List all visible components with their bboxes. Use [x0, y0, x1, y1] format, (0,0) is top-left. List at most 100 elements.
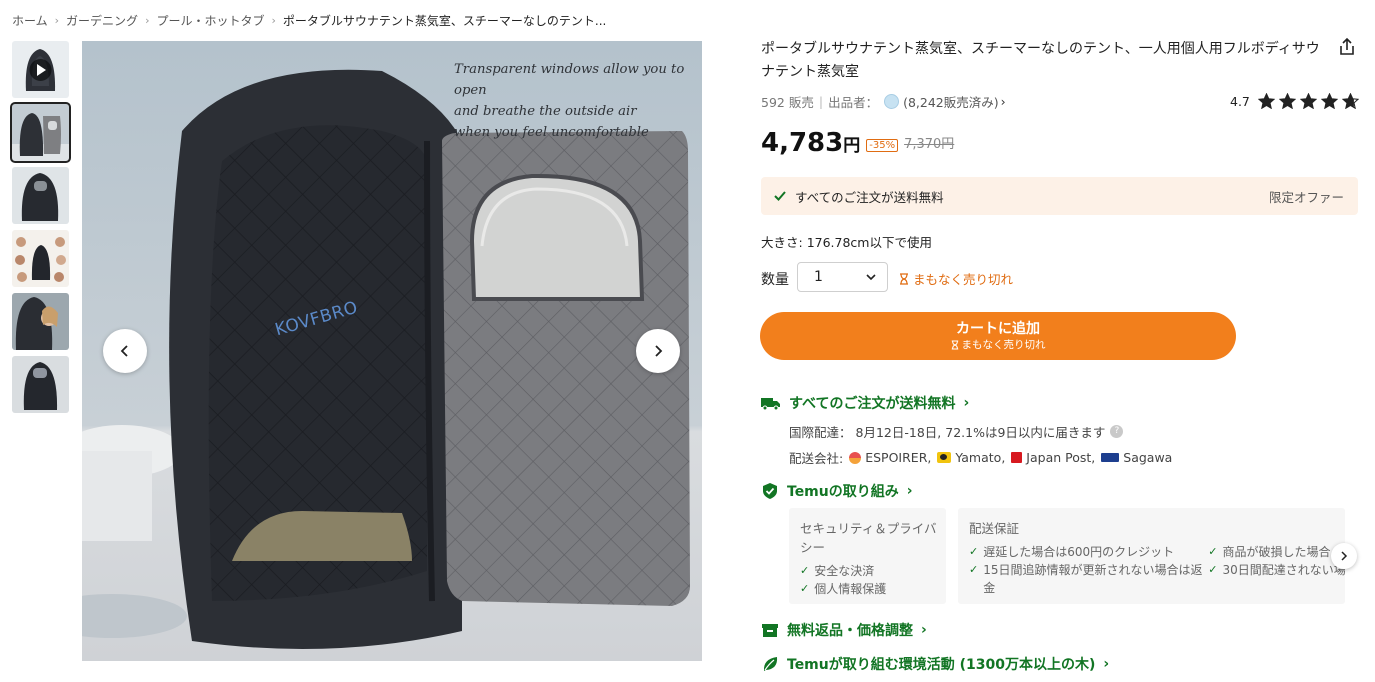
leaf-icon: [763, 657, 778, 671]
card-item-text: 遅延した場合は600円のクレジット: [983, 545, 1175, 559]
japan-post-logo-icon: [1011, 452, 1023, 463]
carrier-name: Yamato,: [955, 450, 1006, 465]
card-item-text: 安全な決済: [814, 564, 875, 578]
thumbnail-2[interactable]: [10, 102, 71, 163]
thumbnail-5[interactable]: [12, 293, 69, 350]
stock-warning: まもなく売り切れ: [899, 269, 1013, 288]
breadcrumb-gardening[interactable]: ガーデニング: [66, 12, 138, 29]
original-price: 7,370円: [904, 137, 955, 152]
quantity-select[interactable]: 1: [797, 262, 888, 292]
add-to-cart-sub: まもなく売り切れ: [951, 338, 1046, 352]
chevron-right-icon: ›: [145, 13, 150, 27]
chevron-right-icon: [655, 345, 663, 357]
overlay-line: when you feel uncomfortable: [454, 125, 649, 140]
offer-text: すべてのご注文が送料無料: [795, 189, 944, 205]
returns-heading[interactable]: 無料返品・価格調整 ›: [761, 620, 927, 640]
carriers-label: 配送会社:: [789, 451, 844, 466]
breadcrumb-current: ポータブルサウナテント蒸気室、スチーマーなしのテント...: [282, 13, 607, 28]
seller-link[interactable]: (8,242販売済み) ›: [878, 92, 1006, 111]
card-item: ✓ 安全な決済: [800, 562, 946, 580]
size-info: 大きさ: 176.78cm以下で使用: [761, 232, 932, 251]
carrier-sagawa: Sagawa: [1101, 450, 1172, 465]
next-image-button[interactable]: [636, 329, 680, 373]
carrier-name: Sagawa: [1123, 450, 1173, 465]
cards-next-button[interactable]: [1331, 543, 1357, 569]
rating-stars: [1254, 93, 1359, 109]
security-card[interactable]: セキュリティ＆プライバシー ✓ 安全な決済 ✓ 個人情報保護: [789, 508, 946, 604]
return-box-icon: [762, 624, 778, 637]
thumbnail-video[interactable]: [12, 41, 69, 98]
share-icon[interactable]: [1336, 36, 1358, 58]
intl-value: 8月12日-18日, 72.1%は9日以内に届きます: [855, 425, 1106, 440]
rating-value: 4.7: [1230, 93, 1250, 109]
prev-image-button[interactable]: [103, 329, 147, 373]
delivery-guarantee-card[interactable]: 配送保証 ✓ 遅延した場合は600円のクレジット ✓ 15日間追跡情報が更新されない…: [958, 508, 1345, 604]
chevron-right-icon: ›: [906, 483, 913, 499]
seller-avatar: [884, 93, 900, 109]
chevron-right-icon: ›: [921, 622, 927, 638]
help-icon[interactable]: ?: [1110, 425, 1124, 438]
card-item: ✓ 個人情報保護: [800, 580, 946, 598]
product-title: ポータブルサウナテント蒸気室、スチーマーなしのテント、一人用個人用フルボディサウ…: [761, 41, 1320, 80]
price-row: 4,783 円 -35% 7,370円: [761, 128, 954, 160]
carrier-name: ESPOIRER,: [865, 450, 932, 465]
chevron-left-icon: [120, 345, 128, 357]
star-icon: [1257, 93, 1275, 109]
offer-tag: 限定オファー: [1268, 189, 1344, 205]
thumbnail-6[interactable]: [12, 356, 69, 413]
product-main-image: Transparent windows allow you to open an…: [82, 41, 702, 661]
shield-check-icon: [763, 483, 777, 499]
price-unit: 円: [843, 136, 861, 156]
add-to-cart-label: カートに追加: [956, 321, 1040, 337]
breadcrumb: ホーム › ガーデニング › プール・ホットタブ › ポータブルサウナテント蒸気…: [12, 11, 606, 29]
quantity-value: 1: [814, 269, 823, 285]
check-icon: ✓: [800, 564, 810, 577]
free-shipping-offer: すべてのご注文が送料無料 限定オファー: [761, 177, 1358, 215]
seller-label: 出品者：: [828, 94, 879, 110]
card-item: ✓ 遅延した場合は600円のクレジット: [969, 543, 1208, 561]
size-value: 176.78cm以下で使用: [806, 235, 932, 250]
sales-seller-row: 592 販売 | 出品者： (8,242販売済み) ›: [761, 92, 1006, 110]
quantity-label: 数量: [761, 272, 789, 288]
add-to-cart-sub-text: まもなく売り切れ: [961, 339, 1046, 351]
overlay-line: Transparent windows allow you to open: [454, 62, 685, 98]
breadcrumb-pool[interactable]: プール・ホットタブ: [156, 12, 264, 29]
star-icon: [1341, 93, 1359, 109]
eco-heading[interactable]: Temuが取り組む環境活動 (1300万本以上の木) ›: [761, 654, 1109, 674]
add-to-cart-button[interactable]: カートに追加 まもなく売り切れ: [760, 312, 1236, 360]
returns-heading-text: 無料返品・価格調整: [787, 623, 913, 639]
star-icon: [1320, 93, 1338, 109]
breadcrumb-home[interactable]: ホーム: [12, 12, 48, 29]
commitment-heading[interactable]: Temuの取り組み ›: [761, 481, 913, 501]
carrier-japan-post: Japan Post,: [1011, 450, 1095, 465]
carrier-name: Japan Post,: [1026, 450, 1096, 465]
chevron-right-icon: ›: [54, 13, 60, 27]
commitment-heading-text: Temuの取り組み: [787, 484, 899, 500]
carrier-espoirer: ESPOIRER,: [849, 450, 931, 465]
overlay-caption: Transparent windows allow you to open an…: [454, 59, 702, 143]
chevron-right-icon: [1341, 551, 1348, 561]
card-item: ✓ 15日間追跡情報が更新されない場合は返金: [969, 561, 1208, 597]
check-icon: ✓: [1208, 545, 1218, 558]
truck-icon: [761, 398, 780, 411]
size-label: 大きさ:: [761, 235, 807, 250]
card-item-text: 商品が破損した場合: [1222, 545, 1331, 559]
yamato-logo-icon: [937, 452, 952, 463]
overlay-line: and breathe the outside air: [454, 104, 637, 119]
card-item: ✓ 商品が破損した場合: [1208, 543, 1345, 561]
chevron-right-icon: ›: [1000, 93, 1006, 109]
chevron-right-icon: ›: [271, 13, 276, 27]
rating[interactable]: 4.7: [1230, 92, 1359, 110]
hourglass-icon: [900, 272, 908, 285]
shipping-heading-text: すべてのご注文が送料無料: [789, 396, 956, 412]
divider: |: [818, 93, 824, 109]
shipping-heading[interactable]: すべてのご注文が送料無料 ›: [761, 393, 969, 413]
seller-sales: (8,242販売済み): [903, 94, 999, 110]
thumbnail-3[interactable]: [12, 167, 69, 224]
carrier-yamato: Yamato,: [937, 450, 1005, 465]
check-icon: ✓: [1208, 563, 1218, 576]
hourglass-icon: [951, 340, 958, 350]
thumbnail-4[interactable]: [12, 230, 69, 287]
intl-label: 国際配達：: [789, 425, 852, 440]
check-icon: [774, 191, 786, 201]
